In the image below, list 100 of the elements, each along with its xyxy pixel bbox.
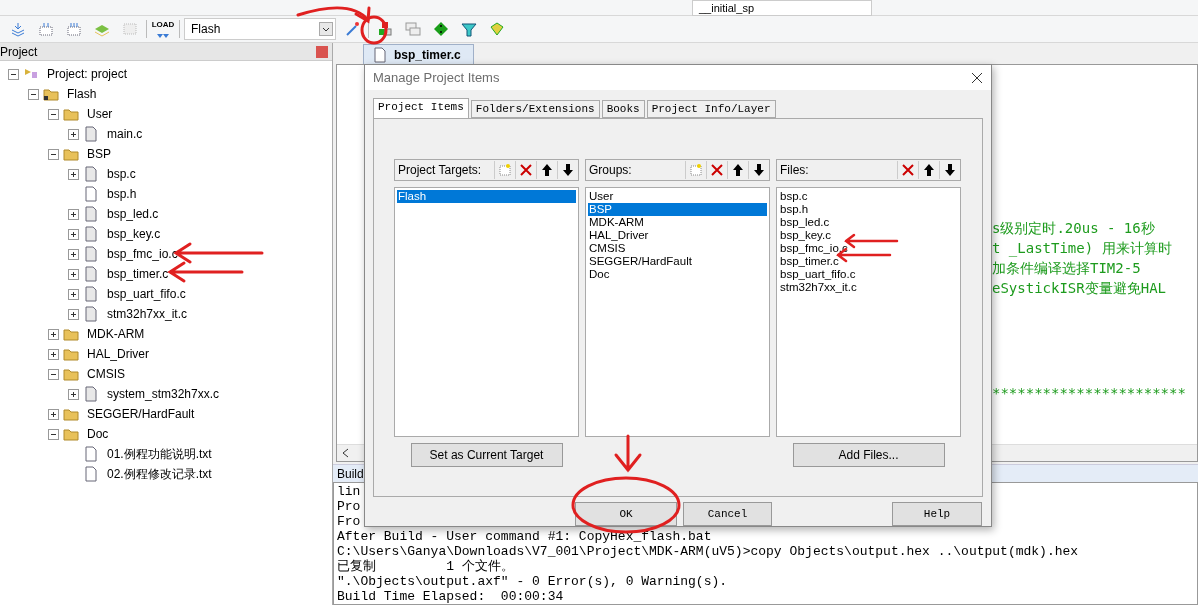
target-combo[interactable]: Flash	[184, 18, 336, 40]
file-tab[interactable]: bsp_timer.c	[363, 44, 474, 64]
tree-item[interactable]: CMSIS	[87, 367, 125, 381]
expand-toggle[interactable]	[68, 308, 79, 320]
code-line: eSystickISR变量避免HAL	[992, 279, 1166, 298]
tree-item[interactable]: SEGGER/HardFault	[87, 407, 195, 421]
collapse-toggle[interactable]	[28, 88, 39, 100]
list-item[interactable]: Doc	[588, 268, 767, 282]
down-arrow-icon	[752, 163, 766, 178]
delete-icon	[901, 163, 915, 178]
folder-icon	[63, 106, 79, 122]
list-title: Groups:	[589, 163, 632, 178]
output-line: Build Time Elapsed: 00:00:34	[337, 589, 564, 604]
folder-icon	[63, 366, 79, 382]
tree-item[interactable]: system_stm32h7xx.c	[107, 387, 220, 401]
list-item[interactable]: bsp_key.c	[779, 229, 958, 243]
collapse-toggle[interactable]	[8, 68, 19, 80]
annotation-circle	[360, 15, 388, 45]
list-item[interactable]: bsp.c	[779, 190, 958, 204]
collapse-toggle[interactable]	[48, 108, 59, 120]
tree-item[interactable]: bsp_led.c	[107, 207, 159, 221]
list-item[interactable]: bsp_led.c	[779, 216, 958, 230]
expand-toggle[interactable]	[68, 228, 79, 240]
list-item[interactable]: SEGGER/HardFault	[588, 255, 767, 269]
collapse-toggle[interactable]	[48, 148, 59, 160]
list-item[interactable]: bsp.h	[779, 203, 958, 217]
expand-toggle[interactable]	[48, 408, 59, 420]
dialog-button[interactable]: Help	[892, 502, 982, 526]
list-item[interactable]: Flash	[397, 190, 576, 204]
delete-icon	[710, 163, 724, 178]
output-line: Fro	[337, 514, 361, 529]
load-button[interactable]: LOAD	[151, 17, 175, 41]
expand-toggle[interactable]	[48, 328, 59, 340]
tree-item[interactable]: bsp.c	[107, 167, 136, 181]
tree-item[interactable]: 02.例程修改记录.txt	[107, 465, 212, 483]
expand-toggle[interactable]	[68, 168, 79, 180]
dialog-tab[interactable]: Books	[601, 100, 645, 119]
tree-item[interactable]: MDK-ARM	[87, 327, 145, 341]
tree-item[interactable]: Flash	[67, 87, 97, 101]
tree-item[interactable]: Doc	[87, 427, 109, 441]
dialog-button[interactable]: Cancel	[683, 502, 772, 526]
file-icon	[83, 186, 99, 202]
tree-item[interactable]: stm32h7xx_it.c	[107, 307, 188, 321]
up-arrow-icon	[540, 163, 554, 178]
file-icon	[83, 166, 99, 182]
up-arrow-icon	[922, 163, 936, 178]
close-icon[interactable]	[316, 45, 328, 58]
list-item[interactable]: CMSIS	[588, 242, 767, 256]
expand-toggle[interactable]	[68, 248, 79, 260]
dialog-tab[interactable]: Folders/Extensions	[470, 100, 600, 119]
action-button[interactable]: Set as Current Target	[410, 443, 563, 468]
list-item[interactable]: HAL_Driver	[588, 229, 767, 243]
list-item[interactable]: stm32h7xx_it.c	[779, 281, 958, 295]
list-item[interactable]: bsp_timer.c	[779, 255, 958, 269]
folder-icon	[63, 146, 79, 162]
list-item[interactable]: bsp_uart_fifo.c	[779, 268, 958, 282]
tree-item[interactable]: bsp_uart_fifo.c	[107, 287, 186, 301]
tree-item[interactable]: bsp_timer.c	[107, 267, 169, 281]
output-line: ".\Objects\output.axf" - 0 Error(s), 0 Warning(s).	[337, 574, 728, 589]
file-icon	[83, 386, 99, 402]
action-button[interactable]: Add Files...	[792, 443, 945, 468]
down-arrow-icon	[943, 163, 957, 178]
tree-item[interactable]: bsp_fmc_io.c	[107, 247, 178, 261]
file-icon	[83, 266, 99, 282]
expand-toggle[interactable]	[68, 268, 79, 280]
file-icon	[83, 306, 99, 322]
list-item[interactable]: bsp_fmc_io.c	[779, 242, 958, 256]
dialog-button[interactable]: OK	[575, 502, 677, 526]
code-line: ***********************	[992, 384, 1186, 403]
folder-icon	[63, 346, 79, 362]
expand-toggle[interactable]	[68, 388, 79, 400]
tree-item[interactable]: main.c	[107, 127, 143, 141]
tree-item[interactable]: 01.例程功能说明.txt	[107, 445, 212, 463]
output-line: C:\Users\Ganya\Downloads\V7_001\Project\MDK-ARM(uV5)>copy Objects\output.hex ..\output(mdk).hex	[337, 544, 1079, 559]
dropdown-icon	[319, 22, 333, 36]
collapse-toggle[interactable]	[48, 368, 59, 380]
tree-item[interactable]: User	[87, 107, 113, 121]
dialog-title: Manage Project Items	[373, 70, 500, 86]
dialog-tab[interactable]: Project Info/Layer	[646, 100, 776, 119]
list-item[interactable]: BSP	[588, 203, 767, 217]
list-item[interactable]: MDK-ARM	[588, 216, 767, 230]
tree-item[interactable]: bsp.h	[107, 187, 137, 201]
expand-toggle[interactable]	[68, 288, 79, 300]
tree-item[interactable]: BSP	[87, 147, 111, 161]
delete-icon	[519, 163, 533, 178]
tree-item[interactable]: Project: project	[47, 67, 128, 81]
expand-toggle[interactable]	[68, 128, 79, 140]
dialog-tab[interactable]: Project Items	[373, 98, 469, 119]
tree-item[interactable]: bsp_key.c	[107, 227, 161, 241]
list-item[interactable]: User	[588, 190, 767, 204]
tree-item[interactable]: HAL_Driver	[87, 347, 149, 361]
file-icon	[372, 46, 388, 63]
new-item-icon	[498, 163, 512, 178]
symbol-combo[interactable]: __initial_sp	[692, 0, 872, 16]
expand-toggle[interactable]	[48, 348, 59, 360]
output-line: Pro	[337, 499, 361, 514]
expand-toggle[interactable]	[68, 208, 79, 220]
folder-icon	[63, 326, 79, 342]
code-line: s级别定时.20us - 16秒	[992, 219, 1155, 238]
collapse-toggle[interactable]	[48, 428, 59, 440]
